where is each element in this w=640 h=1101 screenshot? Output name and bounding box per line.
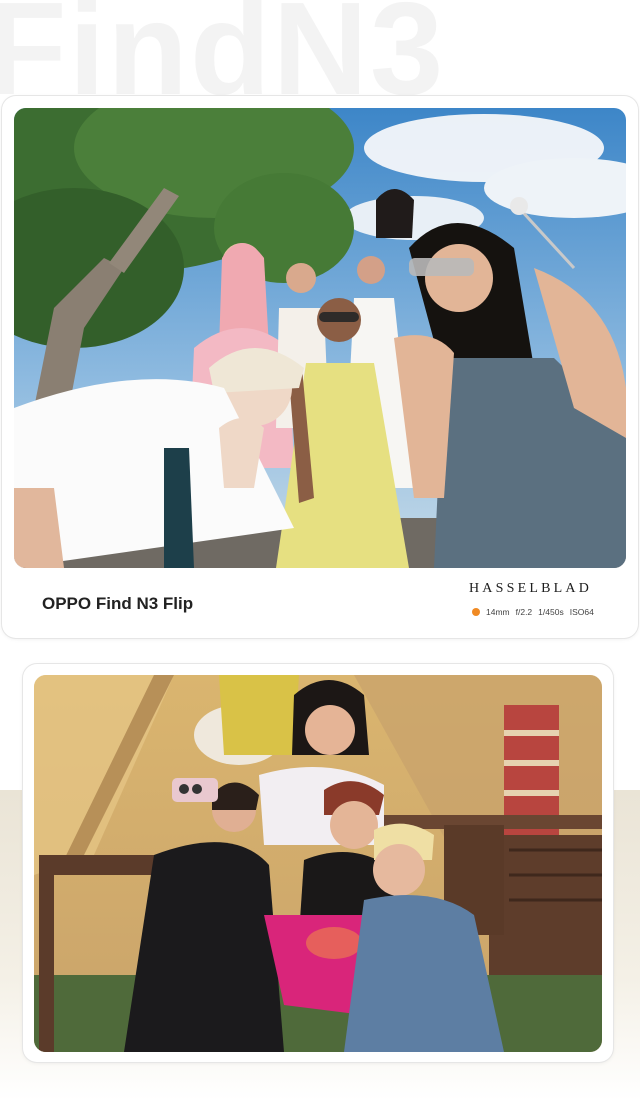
exif-dot-icon	[472, 608, 480, 616]
exif-iso: ISO64	[569, 607, 594, 617]
photo-illustration	[34, 675, 602, 1052]
exif-aperture: f/2.2	[515, 607, 533, 617]
exif-info: 14mm f/2.2 1/450s ISO64	[472, 606, 594, 618]
photo-card-2	[23, 664, 613, 1062]
photo-illustration	[14, 108, 626, 568]
exif-shutter: 1/450s	[538, 607, 564, 617]
photo-card-1: OPPO Find N3 Flip HASSELBLAD 14mm f/2.2 …	[2, 96, 638, 638]
device-label: OPPO Find N3 Flip	[42, 594, 194, 613]
exif-focal: 14mm	[486, 607, 510, 617]
background-wordmark: FindN3	[0, 0, 446, 104]
photo-group-outdoor[interactable]	[14, 108, 626, 568]
photo-garden-selfie[interactable]	[34, 675, 602, 1052]
hasselblad-logo: HASSELBLAD	[469, 581, 593, 596]
